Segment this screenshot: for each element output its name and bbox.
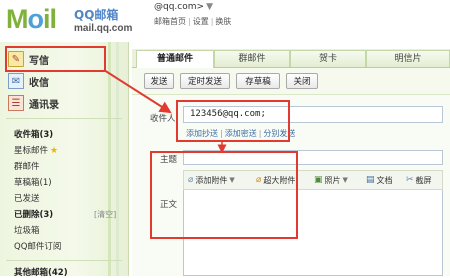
chevron-down-icon: ▼ bbox=[206, 2, 213, 12]
settings-link[interactable]: 设置 bbox=[193, 17, 209, 26]
annotation-box-subject-body bbox=[150, 151, 298, 239]
document-button[interactable]: ▤ 文档 bbox=[366, 174, 393, 187]
tab-postcard[interactable]: 明信片 bbox=[366, 50, 450, 67]
star-icon: ★ bbox=[50, 146, 59, 156]
close-button[interactable]: 关闭 bbox=[286, 73, 318, 89]
tab-group-mail[interactable]: 群邮件 bbox=[214, 50, 290, 67]
logo-letter-o: o bbox=[27, 4, 44, 34]
document-icon: ▤ bbox=[366, 175, 375, 185]
photo-button[interactable]: ▣ 照片 ▼ bbox=[314, 174, 348, 187]
sidebar-item-spam[interactable]: 垃圾箱 bbox=[14, 224, 40, 238]
screenshot-label: 截屏 bbox=[415, 176, 432, 185]
contacts-button[interactable]: ☰ 通讯录 bbox=[8, 94, 118, 112]
scheduled-send-button[interactable]: 定时发送 bbox=[180, 73, 230, 89]
sidebar-item-starred[interactable]: 星标邮件 ★ bbox=[14, 144, 58, 158]
sidebar-item-other-mailboxes[interactable]: 其他邮箱(42) bbox=[14, 266, 68, 278]
sidebar-item-deleted[interactable]: 已删除(3) bbox=[14, 208, 53, 222]
annotation-box-recipient bbox=[176, 100, 290, 142]
send-button[interactable]: 发送 bbox=[144, 73, 174, 89]
qq-mail-logo[interactable]: Moil QQ邮箱 mail.qq.com bbox=[4, 2, 132, 38]
sidebar-divider bbox=[6, 260, 122, 261]
logo-domain: mail.qq.com bbox=[74, 23, 133, 34]
link-separator: | bbox=[188, 17, 191, 26]
logo-letter-m: M bbox=[6, 4, 28, 34]
sidebar-divider bbox=[6, 118, 122, 119]
inbox-icon: ✉ bbox=[8, 73, 24, 89]
sidebar-item-inbox[interactable]: 收件箱(3) bbox=[14, 128, 53, 142]
sidebar-item-group-mail[interactable]: 群邮件 bbox=[14, 160, 40, 174]
change-skin-link[interactable]: 换肤 bbox=[215, 17, 231, 26]
sidebar-item-sent[interactable]: 已发送 bbox=[14, 192, 40, 206]
tab-normal-mail[interactable]: 普通邮件 bbox=[136, 50, 214, 68]
address-book-icon: ☰ bbox=[8, 95, 24, 111]
chevron-down-icon[interactable]: ▼ bbox=[343, 174, 348, 187]
tab-greeting-card[interactable]: 贺卡 bbox=[290, 50, 366, 67]
screenshot-button[interactable]: ✂ 截屏 bbox=[406, 174, 432, 187]
annotation-box-compose bbox=[5, 46, 106, 72]
save-draft-button[interactable]: 存草稿 bbox=[236, 73, 280, 89]
inbox-label: 收信 bbox=[29, 77, 49, 89]
header: Moil QQ邮箱 mail.qq.com @qq.com> ▼ 邮箱首页 | 设置 |… bbox=[0, 0, 450, 40]
photo-label: 照片 bbox=[324, 176, 341, 185]
screenshot-icon: ✂ bbox=[406, 175, 414, 185]
logo-letters-il: il bbox=[43, 4, 57, 34]
logo-chinese-title: QQ邮箱 bbox=[74, 8, 119, 22]
starred-label: 星标邮件 bbox=[14, 146, 49, 156]
compose-toolbar: 发送 定时发送 存草稿 关闭 bbox=[132, 68, 450, 95]
empty-trash-link[interactable]: [清空] bbox=[94, 208, 116, 222]
logo-wordmark: Moil bbox=[6, 4, 57, 35]
sidebar-item-subscriptions[interactable]: QQ邮件订阅 bbox=[14, 240, 61, 254]
home-link[interactable]: 邮箱首页 bbox=[154, 17, 186, 26]
contacts-label: 通讯录 bbox=[29, 99, 59, 111]
photo-icon: ▣ bbox=[314, 175, 323, 185]
sidebar: ✎ 写信 ✉ 收信 ☰ 通讯录 收件箱(3) 星标邮件 ★ 群邮件 草稿箱(1) … bbox=[0, 42, 129, 278]
recipient-label: 收件人 bbox=[150, 114, 176, 124]
header-links: 邮箱首页 | 设置 | 换肤 bbox=[154, 16, 231, 27]
inbox-button[interactable]: ✉ 收信 bbox=[8, 72, 118, 90]
sidebar-item-drafts[interactable]: 草稿箱(1) bbox=[14, 176, 52, 190]
account-menu[interactable]: @qq.com> ▼ bbox=[154, 2, 213, 12]
account-email: @qq.com> bbox=[154, 2, 205, 12]
compose-type-tabs: 普通邮件 群邮件 贺卡 明信片 bbox=[132, 49, 450, 68]
document-label: 文档 bbox=[376, 176, 393, 185]
